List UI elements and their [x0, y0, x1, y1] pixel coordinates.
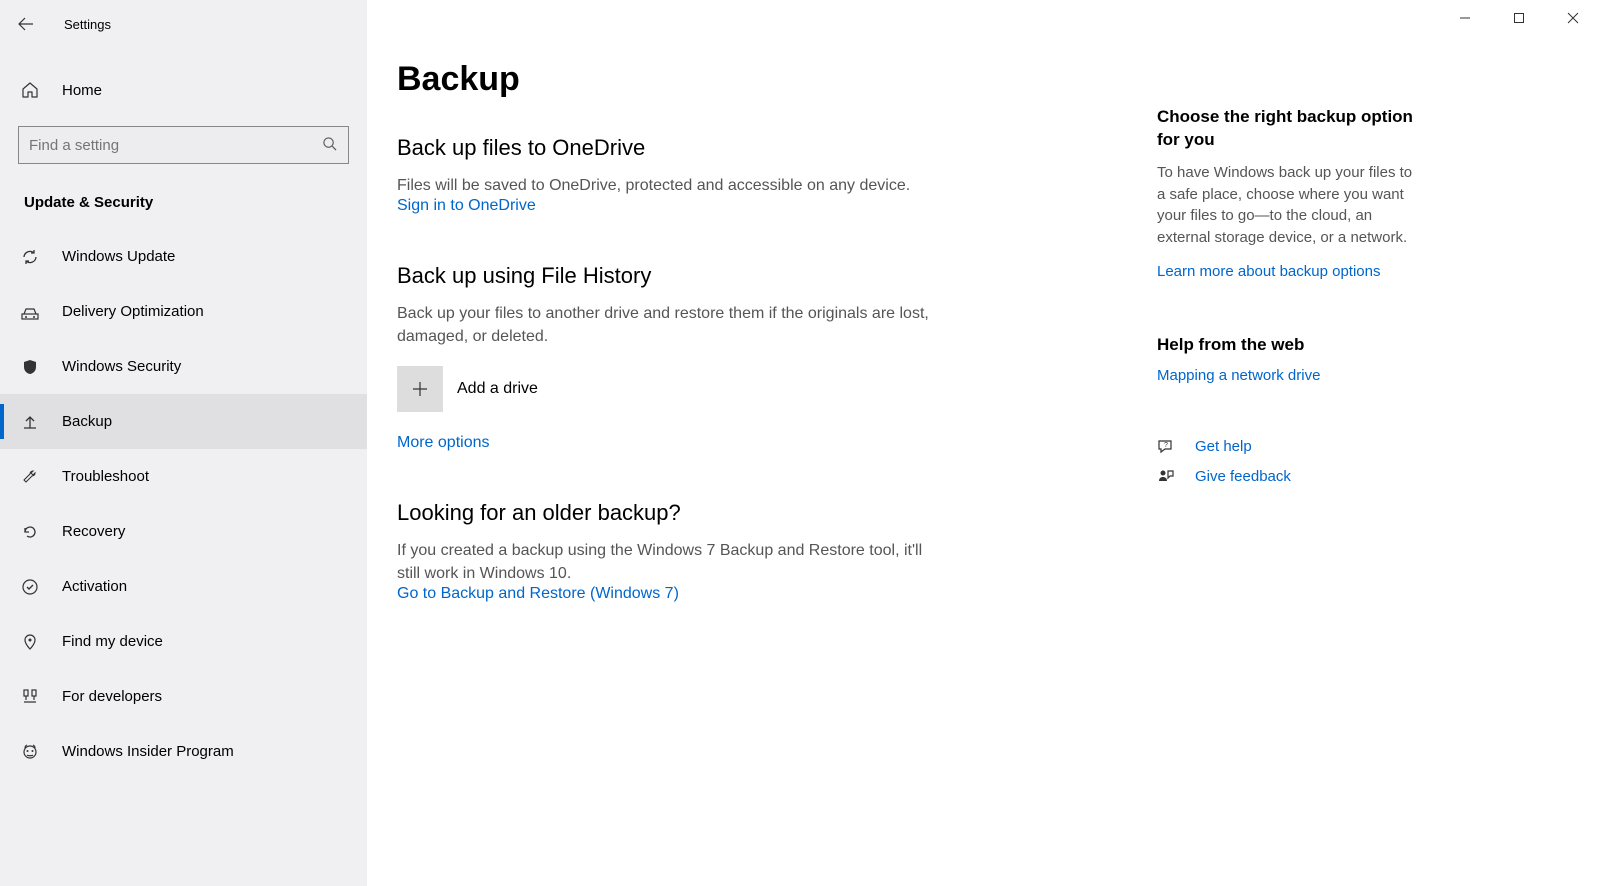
nav-label: Troubleshoot: [62, 468, 149, 485]
nav-item-troubleshoot[interactable]: Troubleshoot: [0, 449, 367, 504]
add-drive-label: Add a drive: [457, 380, 538, 398]
back-button[interactable]: [16, 14, 36, 34]
search-icon: [322, 136, 337, 151]
nav-item-backup[interactable]: Backup: [0, 394, 367, 449]
side-help-web: Help from the web Mapping a network driv…: [1157, 334, 1417, 384]
section-older-backup: Looking for an older backup? If you crea…: [397, 500, 1157, 603]
maximize-button[interactable]: [1492, 0, 1546, 36]
filehistory-body: Back up your files to another drive and …: [397, 303, 937, 348]
nav-label: Windows Insider Program: [62, 743, 234, 760]
nav-label: Delivery Optimization: [62, 303, 204, 320]
arrow-left-icon: [18, 16, 34, 32]
nav-item-recovery[interactable]: Recovery: [0, 504, 367, 559]
check-circle-icon: [20, 577, 40, 597]
main: Backup Back up files to OneDrive Files w…: [367, 0, 1600, 886]
sync-icon: [20, 247, 40, 267]
location-icon: [20, 632, 40, 652]
section-file-history: Back up using File History Back up your …: [397, 263, 1157, 452]
nav-label: Find my device: [62, 633, 163, 650]
shield-icon: [20, 357, 40, 377]
section-onedrive: Back up files to OneDrive Files will be …: [397, 135, 1157, 215]
add-drive-row[interactable]: Add a drive: [397, 366, 1157, 412]
nav-label: Activation: [62, 578, 127, 595]
page-title: Backup: [397, 60, 1157, 99]
older-heading: Looking for an older backup?: [397, 500, 1157, 526]
recovery-icon: [20, 522, 40, 542]
nav-home-label: Home: [62, 82, 102, 99]
add-drive-button[interactable]: [397, 366, 443, 412]
nav-item-windows-insider[interactable]: Windows Insider Program: [0, 724, 367, 779]
get-help-label: Get help: [1195, 438, 1252, 455]
backup-restore-link[interactable]: Go to Backup and Restore (Windows 7): [397, 585, 679, 602]
nav-home[interactable]: Home: [0, 66, 367, 114]
minimize-button[interactable]: [1438, 0, 1492, 36]
choose-body: To have Windows back up your files to a …: [1157, 162, 1417, 249]
give-feedback-link[interactable]: Give feedback: [1157, 468, 1417, 486]
nav-item-for-developers[interactable]: For developers: [0, 669, 367, 724]
backup-icon: [20, 412, 40, 432]
side-choose-option: Choose the right backup option for you T…: [1157, 106, 1417, 280]
nav-item-windows-security[interactable]: Windows Security: [0, 339, 367, 394]
delivery-icon: [20, 302, 40, 322]
nav-label: Backup: [62, 413, 112, 430]
insider-icon: [20, 742, 40, 762]
nav-item-windows-update[interactable]: Windows Update: [0, 229, 367, 284]
developers-icon: [20, 687, 40, 707]
onedrive-body: Files will be saved to OneDrive, protect…: [397, 175, 937, 197]
nav-label: Windows Update: [62, 248, 175, 265]
search-input[interactable]: [18, 126, 349, 164]
wrench-icon: [20, 467, 40, 487]
filehistory-heading: Back up using File History: [397, 263, 1157, 289]
feedback-icon: [1157, 468, 1175, 486]
sign-in-onedrive-link[interactable]: Sign in to OneDrive: [397, 197, 536, 214]
category-title: Update & Security: [0, 164, 367, 229]
choose-heading: Choose the right backup option for you: [1157, 106, 1417, 152]
learn-more-link[interactable]: Learn more about backup options: [1157, 263, 1417, 280]
close-button[interactable]: [1546, 0, 1600, 36]
plus-icon: [411, 380, 429, 398]
app-title: Settings: [64, 17, 111, 32]
sidebar: Settings Home Update & Security Windows …: [0, 0, 367, 886]
search-wrap: [0, 114, 367, 164]
help-icon: ?: [1157, 438, 1175, 456]
nav-item-find-my-device[interactable]: Find my device: [0, 614, 367, 669]
help-heading: Help from the web: [1157, 334, 1417, 357]
nav-item-activation[interactable]: Activation: [0, 559, 367, 614]
nav-label: Windows Security: [62, 358, 181, 375]
nav-item-delivery-optimization[interactable]: Delivery Optimization: [0, 284, 367, 339]
nav-label: Recovery: [62, 523, 125, 540]
give-feedback-label: Give feedback: [1195, 468, 1291, 485]
onedrive-heading: Back up files to OneDrive: [397, 135, 1157, 161]
nav-label: For developers: [62, 688, 162, 705]
svg-text:?: ?: [1164, 442, 1168, 449]
mapping-drive-link[interactable]: Mapping a network drive: [1157, 367, 1417, 384]
window-controls: [1438, 0, 1600, 36]
more-options-link[interactable]: More options: [397, 434, 490, 451]
home-icon: [20, 80, 40, 100]
older-body: If you created a backup using the Window…: [397, 540, 937, 585]
get-help-link[interactable]: ? Get help: [1157, 438, 1417, 456]
titlebar: Settings: [0, 0, 367, 48]
